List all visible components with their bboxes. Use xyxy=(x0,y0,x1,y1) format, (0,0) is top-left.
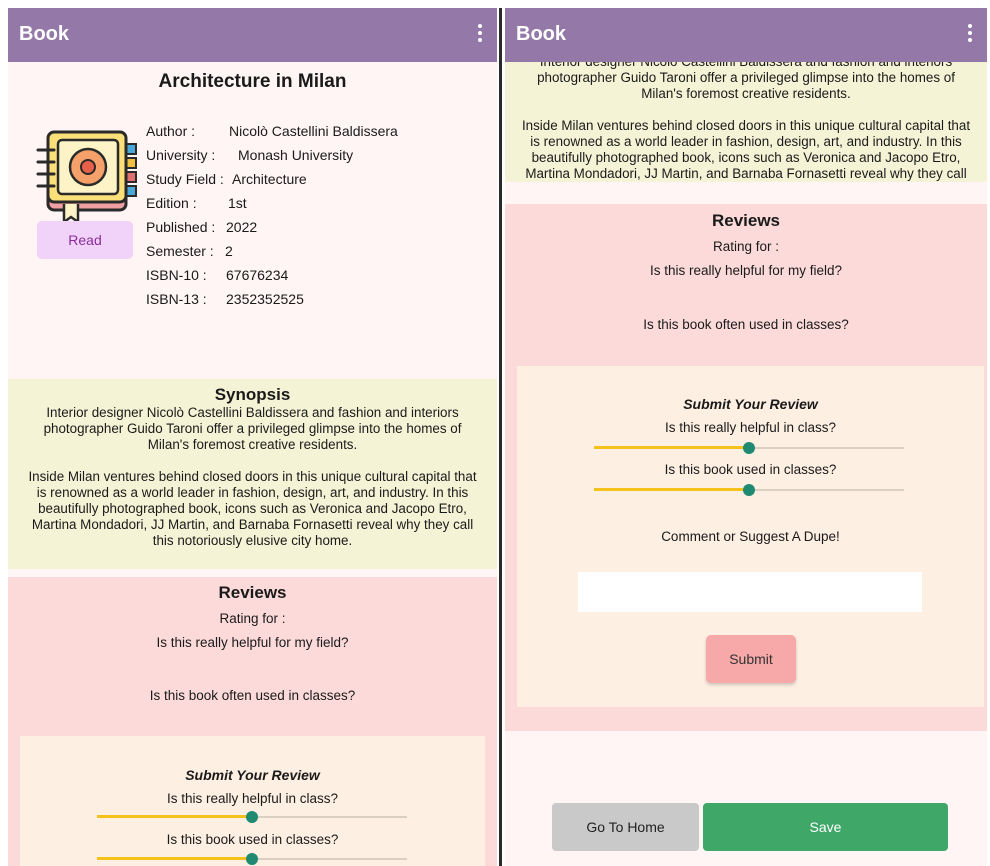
synopsis-line: Inside Milan ventures behind closed door… xyxy=(28,469,477,484)
semester-value: 2 xyxy=(225,243,233,259)
meta-key: ISBN-13 : xyxy=(146,291,207,307)
rating-field-question: Is this really helpful for my field? xyxy=(649,263,843,278)
helpful-slider[interactable] xyxy=(594,441,904,455)
meta-key: ISBN-10 : xyxy=(146,267,207,283)
reviews-section: Reviews Rating for : Is this really help… xyxy=(8,577,497,866)
reviews-heading: Reviews xyxy=(711,211,781,230)
synopsis-section: Synopsis Interior designer Nicolò Castel… xyxy=(8,379,497,569)
synopsis-heading: Synopsis xyxy=(214,385,291,404)
submit-review-heading: Submit Your Review xyxy=(683,396,818,412)
used-slider[interactable] xyxy=(594,483,904,497)
synopsis-line: this notoriously elusive city home. xyxy=(152,533,353,548)
synopsis-line: beautifully photographed book, icons suc… xyxy=(38,501,467,516)
used-question: Is this book used in classes? xyxy=(664,462,837,477)
author-value: Nicolò Castellini Baldissera xyxy=(229,123,398,139)
app-bar: Book xyxy=(8,8,497,62)
synopsis-paragraph-2: Inside Milan ventures behind closed door… xyxy=(8,469,497,549)
synopsis-line: photographer Guido Taroni offer a privil… xyxy=(537,70,955,85)
go-to-home-button[interactable]: Go To Home xyxy=(552,803,699,851)
reviews-section: Reviews Rating for : Is this really help… xyxy=(505,204,987,731)
app-title: Book xyxy=(19,23,69,45)
meta-key: Author : xyxy=(146,123,196,139)
helpful-question: Is this really helpful in class? xyxy=(166,791,339,806)
comment-label: Comment or Suggest A Dupe! xyxy=(661,529,840,544)
meta-key: Semester : xyxy=(146,243,214,259)
app-title: Book xyxy=(516,23,566,45)
synopsis-line: is renowned as a world leader in fashion… xyxy=(530,134,962,149)
reviews-heading: Reviews xyxy=(218,583,287,602)
synopsis-line: Martina Mondadori, JJ Martin, and Barnab… xyxy=(31,517,474,532)
synopsis-line: Interior designer Nicolò Castellini Bald… xyxy=(46,405,459,420)
synopsis-paragraph-1: Interior designer Nicolò Castellini Bald… xyxy=(8,405,497,453)
rating-classes-question: Is this book often used in classes? xyxy=(643,317,849,332)
comment-input[interactable] xyxy=(578,572,922,612)
rating-for-label: Rating for : xyxy=(219,611,286,626)
synopsis-line: beautifully photographed book, icons suc… xyxy=(531,150,961,165)
used-slider[interactable] xyxy=(97,852,407,866)
submit-review-heading: Submit Your Review xyxy=(185,767,320,783)
meta-key: University : xyxy=(146,147,216,163)
slider-thumb[interactable] xyxy=(743,484,755,496)
submit-button[interactable]: Submit xyxy=(706,635,796,683)
helpful-question: Is this really helpful in class? xyxy=(664,420,837,435)
synopsis-line: Milan's foremost creative residents. xyxy=(147,437,358,452)
university-value: Monash University xyxy=(238,147,354,163)
helpful-slider[interactable] xyxy=(97,810,407,824)
study-field-value: Architecture xyxy=(232,171,307,187)
book-title: Architecture in Milan xyxy=(158,71,347,92)
overflow-menu-icon[interactable] xyxy=(965,22,975,46)
app-bar: Book xyxy=(505,8,987,62)
screen-divider xyxy=(499,8,502,866)
rating-for-label: Rating for : xyxy=(712,239,780,254)
book-screen-top: Book Architecture in Milan Read Author :… xyxy=(8,8,497,866)
submit-review-card: Submit Your Review Is this really helpfu… xyxy=(20,736,485,866)
book-flower-icon xyxy=(36,130,137,225)
rating-classes-question: Is this book often used in classes? xyxy=(149,688,356,703)
meta-key: Published : xyxy=(146,219,216,235)
meta-key: Edition : xyxy=(146,195,197,211)
overflow-menu-icon[interactable] xyxy=(475,22,485,46)
slider-thumb[interactable] xyxy=(743,442,755,454)
slider-thumb[interactable] xyxy=(246,853,258,865)
isbn13-value: 2352352525 xyxy=(226,291,304,307)
synopsis-line: is renowned as a world leader in fashion… xyxy=(36,485,469,500)
isbn10-value: 67676234 xyxy=(226,267,289,283)
synopsis-line: Inside Milan ventures behind closed door… xyxy=(521,118,971,133)
synopsis-line: photographer Guido Taroni offer a privil… xyxy=(43,421,462,436)
book-screen-scrolled: Interior designer Nicolò Castellini Bald… xyxy=(505,8,987,866)
published-value: 2022 xyxy=(226,219,258,235)
save-button[interactable]: Save xyxy=(703,803,948,851)
meta-key: Study Field : xyxy=(146,171,224,187)
submit-review-card: Submit Your Review Is this really helpfu… xyxy=(517,366,984,707)
edition-value: 1st xyxy=(228,195,247,211)
synopsis-paragraph-2: Inside Milan ventures behind closed door… xyxy=(505,118,987,182)
slider-thumb[interactable] xyxy=(246,811,258,823)
used-question: Is this book used in classes? xyxy=(166,832,339,847)
synopsis-line: Martina Mondadori, JJ Martin, and Barnab… xyxy=(525,166,967,181)
synopsis-line: Milan's foremost creative residents. xyxy=(641,86,851,101)
read-button[interactable]: Read xyxy=(37,221,133,259)
rating-field-question: Is this really helpful for my field? xyxy=(156,635,349,650)
